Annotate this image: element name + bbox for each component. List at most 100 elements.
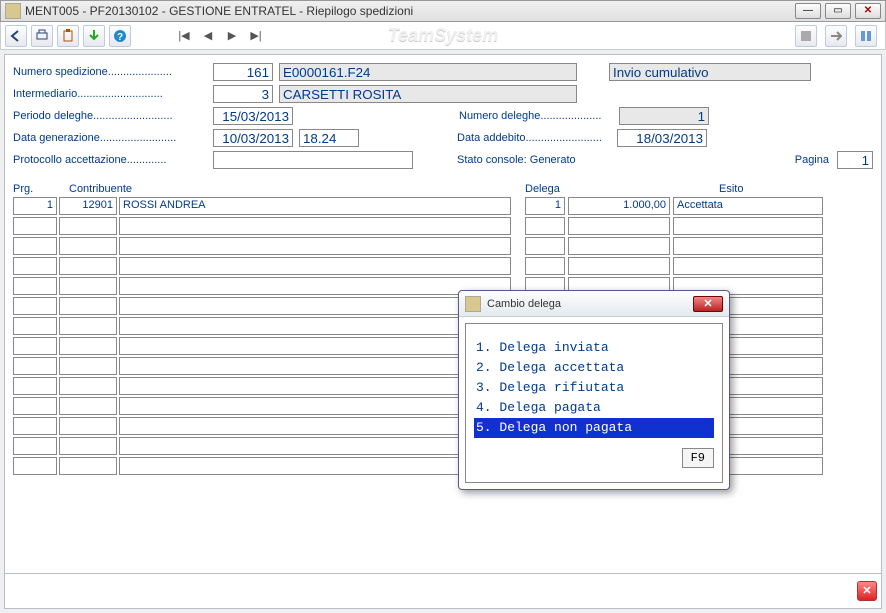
table-row[interactable] — [13, 357, 873, 375]
cell-name — [119, 337, 511, 355]
svg-text:?: ? — [117, 32, 123, 43]
table-row[interactable] — [13, 297, 873, 315]
print-icon[interactable] — [31, 25, 53, 47]
intermediario-code-input[interactable] — [213, 85, 273, 103]
tool-right-3-icon[interactable] — [855, 25, 877, 47]
data-generazione-label: Data generazione........................… — [13, 132, 213, 144]
protocollo-label: Protocollo accettazione............. — [13, 154, 213, 166]
app-icon — [5, 3, 21, 19]
file-code-field — [279, 63, 577, 81]
cell-name — [119, 257, 511, 275]
data-generazione-input[interactable] — [213, 129, 293, 147]
f9-button[interactable]: F9 — [682, 448, 714, 468]
data-addebito-input[interactable] — [617, 129, 707, 147]
cell-code: 12901 — [59, 197, 117, 215]
cell-esito: Accettata — [673, 197, 823, 215]
minimize-button[interactable]: — — [795, 3, 821, 19]
table-row[interactable] — [13, 337, 873, 355]
table-row[interactable] — [13, 397, 873, 415]
dialog-close-button[interactable]: ✕ — [693, 296, 723, 312]
close-button[interactable]: ✕ — [855, 3, 881, 19]
cell-code — [59, 257, 117, 275]
dialog-icon — [465, 296, 481, 312]
dialog-body: 1. Delega inviata2. Delega accettata3. D… — [465, 323, 723, 483]
cell-prg — [13, 397, 57, 415]
download-icon[interactable] — [83, 25, 105, 47]
invio-cumulativo-field — [609, 63, 811, 81]
status-close-icon[interactable]: ✕ — [857, 581, 877, 601]
cell-prg — [13, 377, 57, 395]
col-prg: Prg. — [13, 183, 61, 195]
ora-generazione-input[interactable] — [299, 129, 359, 147]
cell-code — [59, 457, 117, 475]
cell-code — [59, 357, 117, 375]
table-row[interactable] — [13, 217, 873, 235]
periodo-deleghe-input[interactable] — [213, 107, 293, 125]
cell-prg — [13, 297, 57, 315]
cell-code — [59, 377, 117, 395]
dialog-option[interactable]: 3. Delega rifiutata — [474, 378, 714, 398]
table-row[interactable] — [13, 417, 873, 435]
cell-name — [119, 277, 511, 295]
tool-right-1-icon[interactable] — [795, 25, 817, 47]
main-content: Numero spedizione..................... I… — [4, 54, 882, 584]
cell-prg: 1 — [13, 197, 57, 215]
table-row[interactable] — [13, 237, 873, 255]
last-icon[interactable]: ▶| — [247, 27, 265, 45]
cell-delega — [525, 257, 565, 275]
numero-deleghe-field — [619, 107, 709, 125]
cell-prg — [13, 337, 57, 355]
numero-spedizione-input[interactable] — [213, 63, 273, 81]
table-row[interactable] — [13, 257, 873, 275]
dialog-option[interactable]: 5. Delega non pagata — [474, 418, 714, 438]
column-headers: Prg. Contribuente Delega Esito — [13, 183, 873, 195]
brand-logo: TeamSystem — [388, 25, 498, 46]
cell-esito — [673, 257, 823, 275]
dialog-option[interactable]: 2. Delega accettata — [474, 358, 714, 378]
next-icon[interactable]: ▶ — [223, 27, 241, 45]
back-icon[interactable] — [5, 25, 27, 47]
table-row[interactable] — [13, 457, 873, 475]
tool-right-2-icon[interactable] — [825, 25, 847, 47]
protocollo-input[interactable] — [213, 151, 413, 169]
first-icon[interactable]: |◀ — [175, 27, 193, 45]
cell-prg — [13, 457, 57, 475]
cell-prg — [13, 217, 57, 235]
cell-code — [59, 317, 117, 335]
dialog-option[interactable]: 1. Delega inviata — [474, 338, 714, 358]
help-icon[interactable]: ? — [109, 25, 131, 47]
cell-esito — [673, 237, 823, 255]
table-row[interactable]: 112901ROSSI ANDREA11.000,00Accettata — [13, 197, 873, 215]
cell-amount: 1.000,00 — [568, 197, 670, 215]
stato-console-label: Stato console: Generato — [457, 154, 576, 166]
table-row[interactable] — [13, 317, 873, 335]
dialog-title: Cambio delega — [487, 298, 693, 310]
nav-group: |◀ ◀ ▶ ▶| — [175, 27, 265, 45]
cell-name — [119, 417, 511, 435]
periodo-deleghe-label: Periodo deleghe.........................… — [13, 110, 213, 122]
status-bar: ✕ — [4, 573, 882, 609]
toolbar-right — [795, 25, 881, 47]
pagina-label: Pagina — [795, 154, 829, 166]
cell-prg — [13, 357, 57, 375]
clipboard-icon[interactable] — [57, 25, 79, 47]
table-row[interactable] — [13, 377, 873, 395]
prev-icon[interactable]: ◀ — [199, 27, 217, 45]
cell-name — [119, 457, 511, 475]
table-row[interactable] — [13, 277, 873, 295]
dialog-option[interactable]: 4. Delega pagata — [474, 398, 714, 418]
cell-name — [119, 217, 511, 235]
dialog-f9-row: F9 — [474, 448, 714, 468]
cell-name — [119, 297, 511, 315]
table-row[interactable] — [13, 437, 873, 455]
cell-name — [119, 317, 511, 335]
cell-esito — [673, 217, 823, 235]
col-contribuente: Contribuente — [69, 183, 469, 195]
pagina-input[interactable] — [837, 151, 873, 169]
cell-prg — [13, 417, 57, 435]
cell-delega: 1 — [525, 197, 565, 215]
dialog-title-bar: Cambio delega ✕ — [459, 291, 729, 317]
cell-name — [119, 377, 511, 395]
maximize-button[interactable]: ▭ — [825, 3, 851, 19]
cell-code — [59, 277, 117, 295]
